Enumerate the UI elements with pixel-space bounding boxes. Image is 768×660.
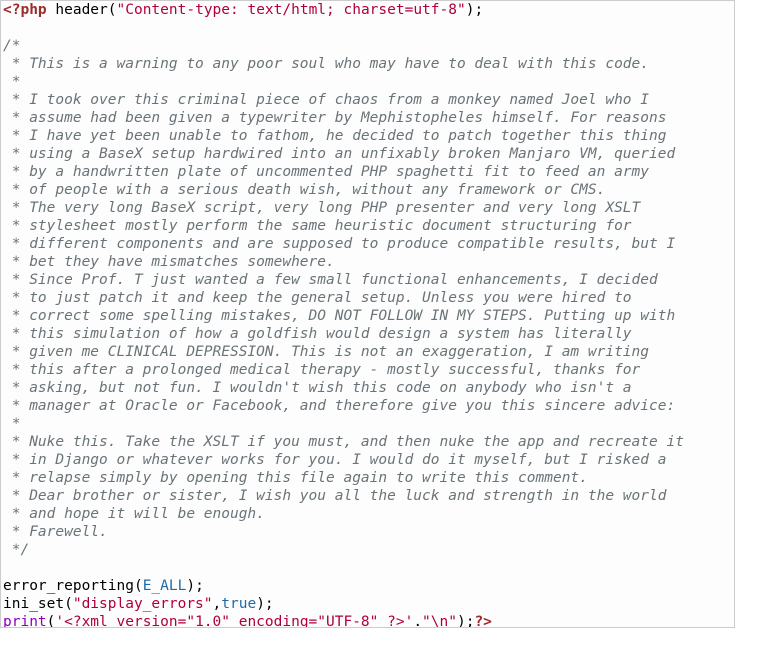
comma: , bbox=[213, 596, 222, 612]
comment-line: * The very long BaseX script, very long … bbox=[3, 200, 640, 216]
fn-print: print bbox=[3, 614, 47, 628]
paren: ( bbox=[134, 578, 143, 594]
comment-line: * Since Prof. T just wanted a few small … bbox=[3, 272, 658, 288]
close-paren: ); bbox=[256, 596, 273, 612]
comment-line: * of people with a serious death wish, w… bbox=[3, 182, 605, 198]
comment-close: */ bbox=[3, 542, 29, 558]
comment-line: * to just patch it and keep the general … bbox=[3, 290, 632, 306]
comment-line: * relapse simply by opening this file ag… bbox=[3, 470, 588, 486]
comment-line: * given me CLINICAL DEPRESSION. This is … bbox=[3, 344, 649, 360]
comment-line: * I have yet been unable to fathom, he d… bbox=[3, 128, 666, 144]
comment-line: * asking, but not fun. I wouldn't wish t… bbox=[3, 380, 632, 396]
close-paren: ); bbox=[466, 2, 483, 18]
comment-line: * using a BaseX setup hardwired into an … bbox=[3, 146, 675, 162]
comment-line: * correct some spelling mistakes, DO NOT… bbox=[3, 308, 675, 324]
const-eall: E_ALL bbox=[143, 578, 187, 594]
comment-line: * I took over this criminal piece of cha… bbox=[3, 92, 649, 108]
comment-line: * and hope it will be enough. bbox=[3, 506, 265, 522]
comment-line: * manager at Oracle or Facebook, and the… bbox=[3, 398, 675, 414]
string-newline: "\n" bbox=[422, 614, 457, 628]
paren: ( bbox=[64, 596, 73, 612]
comment-line: * assume had been given a typewriter by … bbox=[3, 110, 666, 126]
comment-line: * Farewell. bbox=[3, 524, 108, 540]
fn-header: header bbox=[55, 2, 107, 18]
comment-line: * this simulation of how a goldfish woul… bbox=[3, 326, 632, 342]
comment-line: * stylesheet mostly perform the same heu… bbox=[3, 218, 632, 234]
comment-line: * this after a prolonged medical therapy… bbox=[3, 362, 640, 378]
comment-line: * bbox=[3, 74, 20, 90]
comment-line: * Dear brother or sister, I wish you all… bbox=[3, 488, 666, 504]
bool-true: true bbox=[221, 596, 256, 612]
paren: ( bbox=[108, 2, 117, 18]
comment-line: * This is a warning to any poor soul who… bbox=[3, 56, 649, 72]
close-paren: ); bbox=[457, 614, 474, 628]
string-header: "Content-type: text/html; charset=utf-8" bbox=[117, 2, 466, 18]
php-close-tag: ?> bbox=[474, 614, 491, 628]
comment-open: /* bbox=[3, 38, 20, 54]
concat-dot: . bbox=[413, 614, 422, 628]
code-block: <?php header("Content-type: text/html; c… bbox=[0, 0, 735, 628]
comment-line: * different components and are supposed … bbox=[3, 236, 675, 252]
comment-line: * Nuke this. Take the XSLT if you must, … bbox=[3, 434, 684, 450]
comment-line: * bbox=[3, 416, 20, 432]
fn-error-reporting: error_reporting bbox=[3, 578, 134, 594]
comment-line: * in Django or whatever works for you. I… bbox=[3, 452, 666, 468]
string-xml-decl: '<?xml version="1.0" encoding="UTF-8" ?>… bbox=[55, 614, 413, 628]
comment-line: * by a handwritten plate of uncommented … bbox=[3, 164, 649, 180]
php-open-tag: <?php bbox=[3, 2, 47, 18]
comment-line: * bet they have mismatches somewhere. bbox=[3, 254, 335, 270]
fn-ini-set: ini_set bbox=[3, 596, 64, 612]
string-display-errors: "display_errors" bbox=[73, 596, 213, 612]
close-paren: ); bbox=[186, 578, 203, 594]
